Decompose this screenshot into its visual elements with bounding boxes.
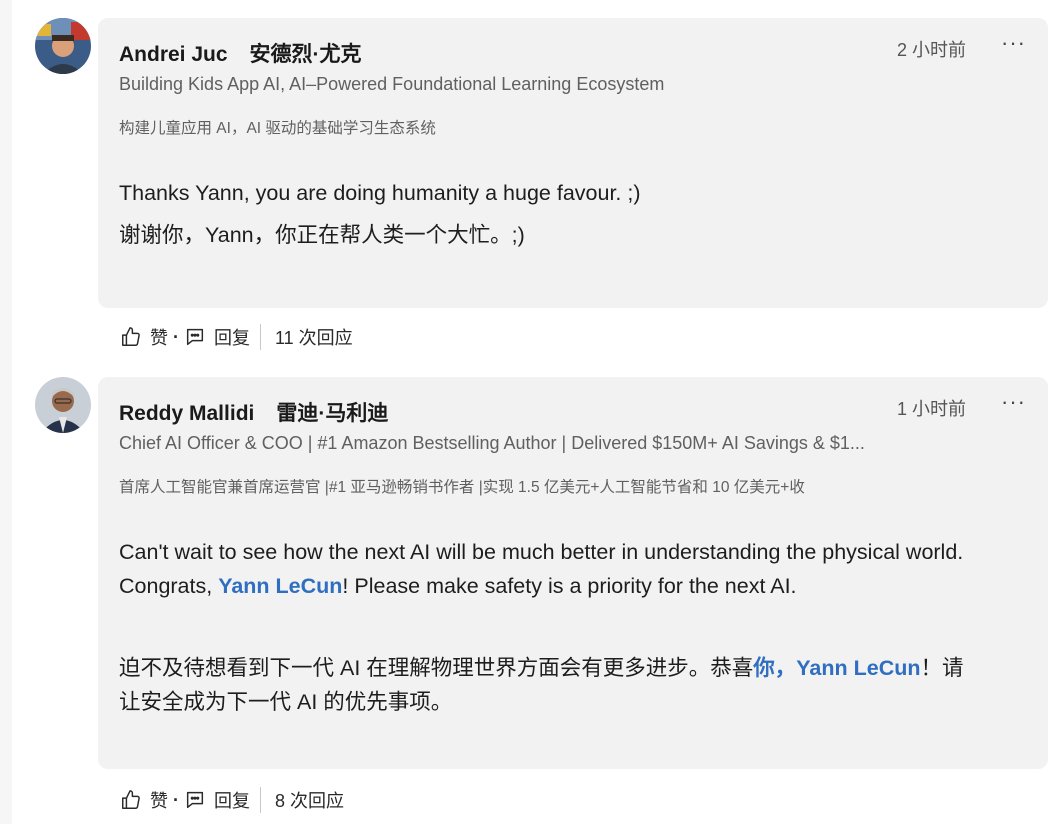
- left-gutter: [0, 0, 12, 824]
- comment-text-en: Can't wait to see how the next AI will b…: [119, 535, 1029, 603]
- author-headline-cn: 首席人工智能官兼首席运营官 |#1 亚马逊畅销书作者 |实现 1.5 亿美元+人…: [119, 479, 805, 496]
- reply-label: 回复: [214, 328, 250, 348]
- comment-bubble-icon: [186, 328, 204, 346]
- separator-dot: ·: [173, 789, 179, 810]
- mention-yann-lecun-cn[interactable]: 你，Yann LeCun: [753, 656, 920, 680]
- author-headline: Building Kids App AI, AI–Powered Foundat…: [119, 74, 665, 94]
- reply-button[interactable]: 回复: [184, 324, 250, 350]
- comment-actions: 赞 · 回复 8 次回应: [120, 785, 344, 815]
- comment-text-cn: 谢谢你，Yann，你正在帮人类一个大忙。;): [119, 223, 525, 247]
- more-options-icon[interactable]: ···: [1001, 389, 1026, 415]
- author-name[interactable]: Andrei Juc 安德烈·尤克: [119, 38, 362, 68]
- reply-button[interactable]: 回复: [184, 787, 250, 813]
- author-name-en[interactable]: Andrei Juc: [119, 43, 228, 66]
- author-name-en[interactable]: Reddy Mallidi: [119, 402, 254, 425]
- like-label: 赞: [150, 791, 168, 811]
- author-headline-cn: 构建儿童应用 AI，AI 驱动的基础学习生态系统: [119, 120, 436, 137]
- avatar[interactable]: [35, 377, 91, 433]
- reply-count-link[interactable]: 8 次回应: [275, 787, 344, 813]
- divider: [260, 787, 261, 813]
- comment-text-en: Thanks Yann, you are doing humanity a hu…: [119, 181, 641, 205]
- like-label: 赞: [150, 328, 168, 348]
- comment-bubble-icon: [186, 791, 204, 809]
- reply-count-link[interactable]: 11 次回应: [275, 324, 353, 350]
- more-options-icon[interactable]: ···: [1001, 30, 1026, 56]
- avatar[interactable]: [35, 18, 91, 74]
- comment-bubble: Reddy Mallidi 雷迪·马利迪 1 小时前 ··· Chief AI O…: [98, 377, 1048, 769]
- author-name-cn[interactable]: 雷迪·马利迪: [276, 402, 388, 425]
- comment-text-en-part2: ! Please make safety is a priority for t…: [342, 574, 797, 598]
- author-headline: Chief AI Officer & COO | #1 Amazon Bests…: [119, 433, 865, 453]
- like-button[interactable]: 赞: [120, 787, 168, 813]
- comment-text-cn-part1: 迫不及待想看到下一代 AI 在理解物理世界方面会有更多进步。恭喜: [119, 656, 754, 680]
- comment-bubble: Andrei Juc 安德烈·尤克 2 小时前 ··· Building Kids…: [98, 18, 1048, 308]
- thumbs-up-icon: [122, 327, 140, 346]
- timestamp: 2 小时前: [896, 40, 966, 60]
- mention-yann-lecun[interactable]: Yann LeCun: [218, 574, 342, 598]
- timestamp: 1 小时前: [896, 399, 966, 419]
- author-name[interactable]: Reddy Mallidi 雷迪·马利迪: [119, 397, 388, 427]
- like-button[interactable]: 赞: [120, 324, 168, 350]
- comment-actions: 赞 · 回复 11 次回应: [120, 322, 353, 352]
- thumbs-up-icon: [122, 790, 140, 809]
- reply-label: 回复: [214, 791, 250, 811]
- divider: [260, 324, 261, 350]
- comment-text-cn: 迫不及待想看到下一代 AI 在理解物理世界方面会有更多进步。恭喜你，Yann L…: [119, 651, 969, 719]
- separator-dot: ·: [173, 326, 179, 347]
- author-name-cn[interactable]: 安德烈·尤克: [250, 43, 362, 66]
